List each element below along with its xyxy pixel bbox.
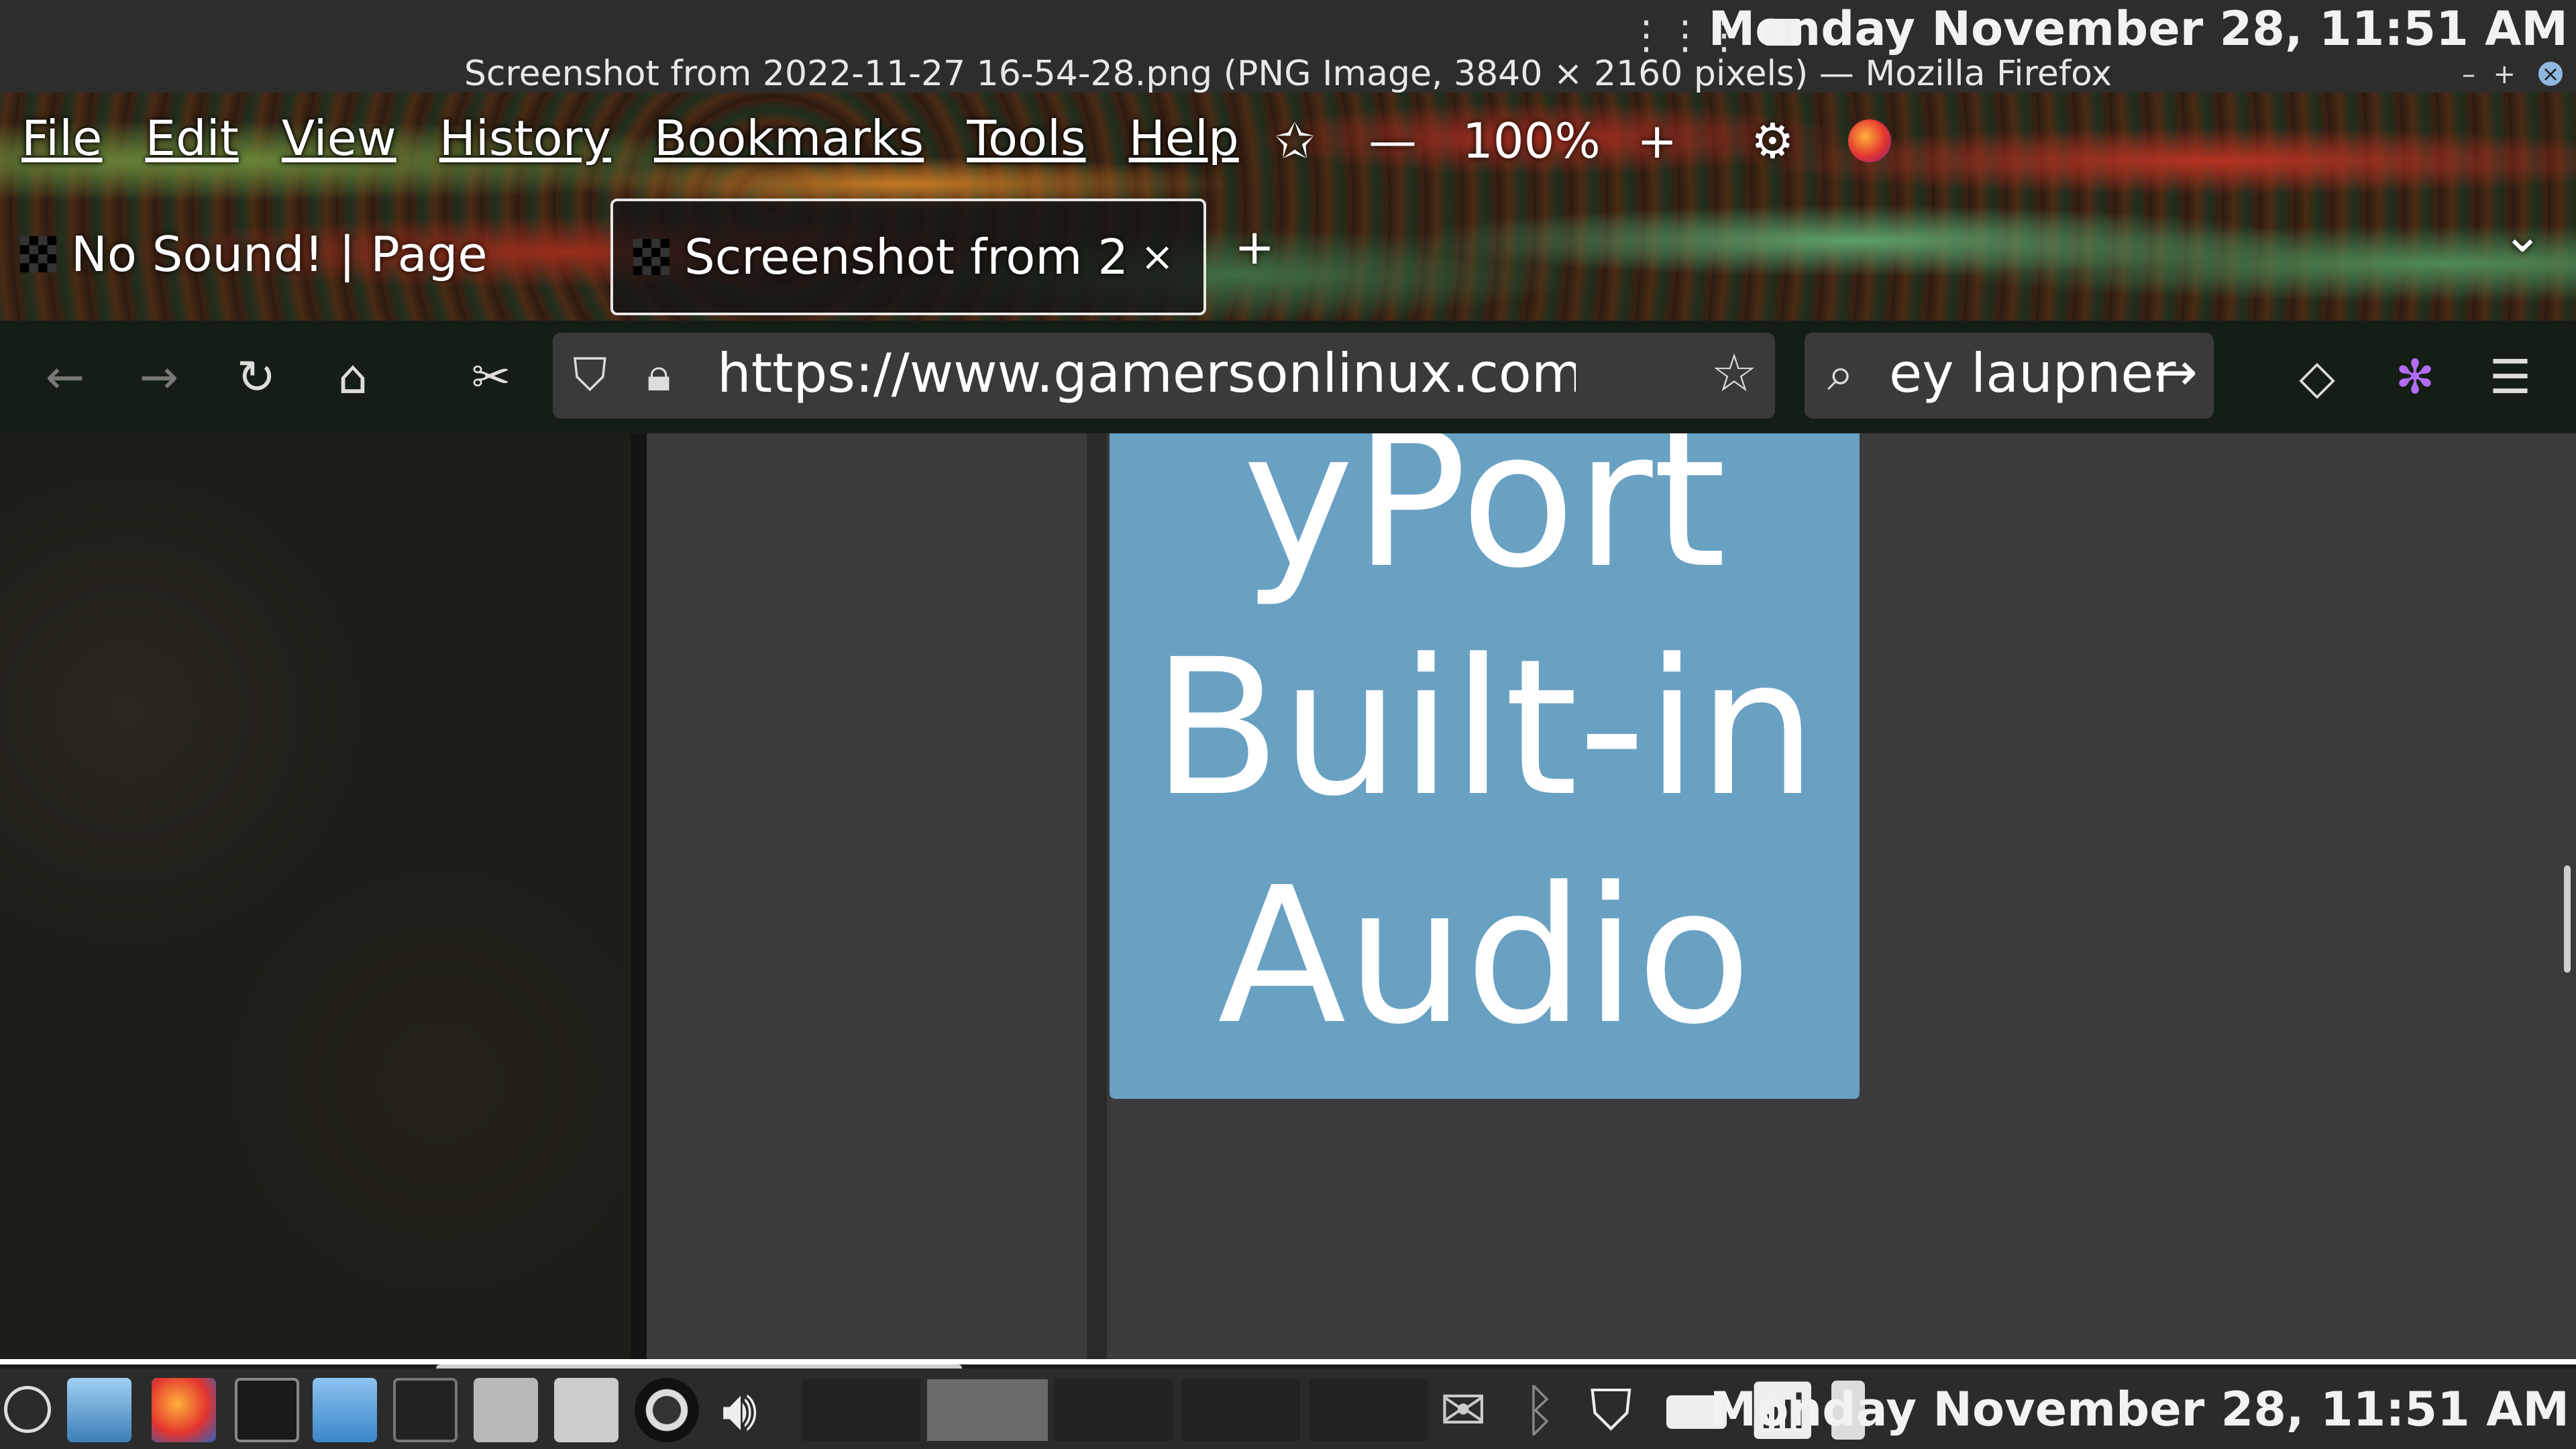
home-button[interactable]: ⌂	[325, 349, 381, 405]
new-tab-button[interactable]: +	[1234, 219, 1275, 275]
menu-tools[interactable]: Tools	[945, 110, 1107, 166]
settings-gear-icon[interactable]: ⚙	[1751, 113, 1794, 169]
zoom-out-button[interactable]: —	[1368, 113, 1417, 169]
minimize-button[interactable]: –	[2462, 59, 2475, 90]
file-manager-icon[interactable]	[313, 1378, 377, 1442]
lock-icon[interactable]: 🔒︎	[647, 349, 671, 402]
security-shield-icon[interactable]: ⛉	[1590, 1378, 1654, 1442]
workspace-slot-active[interactable]	[927, 1379, 1048, 1441]
page-background	[0, 433, 631, 1359]
menu-file[interactable]: File	[0, 110, 123, 166]
close-window-button[interactable]: ×	[2538, 62, 2563, 86]
search-go-button[interactable]: →	[2154, 342, 2198, 402]
window-title: Screenshot from 2022-11-27 16-54-28.png …	[464, 54, 2112, 94]
show-desktop-icon[interactable]	[67, 1378, 131, 1442]
url-text[interactable]: https://www.gamersonlinux.com/forum/	[717, 342, 1576, 405]
menu-view[interactable]: View	[260, 110, 418, 166]
search-bar[interactable]: ⌕ ey laupner →	[1805, 333, 2214, 419]
menu-history[interactable]: History	[418, 110, 633, 166]
image-text-line: yPort	[1242, 433, 1727, 610]
vertical-scrollbar[interactable]	[2564, 865, 2571, 973]
system-monitor-icon[interactable]	[393, 1378, 458, 1442]
zoom-in-button[interactable]: +	[1637, 113, 1677, 169]
mail-icon[interactable]: ✉	[1440, 1378, 1504, 1442]
camera-app-icon[interactable]	[635, 1378, 699, 1442]
tracking-shield-icon[interactable]: ⛉	[573, 349, 607, 402]
tab-inactive[interactable]: No Sound! | Page 3	[0, 199, 604, 310]
extension-icon[interactable]: ✻	[2387, 349, 2443, 405]
reload-button[interactable]: ↻	[228, 349, 284, 405]
screenshot-tool-icon[interactable]: ✂	[463, 349, 519, 405]
tab-title: Screenshot from 20	[684, 229, 1127, 285]
tab-close-icon[interactable]: ×	[1140, 233, 1174, 280]
tab-title: No Sound! | Page 3	[71, 226, 500, 282]
workspace-slot[interactable]	[1055, 1379, 1173, 1441]
search-input[interactable]: ey laupner	[1889, 342, 2176, 405]
browser-header: File Edit View History Bookmarks Tools H…	[0, 93, 2576, 321]
menu-edit[interactable]: Edit	[123, 110, 260, 166]
firefox-taskbar-icon[interactable]	[152, 1378, 216, 1442]
firefox-logo-icon[interactable]	[1848, 119, 1891, 162]
menu-bookmarks[interactable]: Bookmarks	[633, 110, 945, 166]
customize-star-icon[interactable]: ✩	[1275, 113, 1315, 169]
zoom-level[interactable]: 100%	[1462, 113, 1601, 169]
bookmark-star-icon[interactable]: ☆	[1711, 343, 1758, 404]
app-menu-button[interactable]: ☰	[2482, 349, 2538, 405]
pocket-icon[interactable]: ◇	[2289, 349, 2345, 405]
list-tabs-button[interactable]: ⌄	[2502, 207, 2542, 263]
workspace-slot[interactable]	[802, 1379, 920, 1441]
menu-help[interactable]: Help	[1108, 110, 1260, 166]
maximize-button[interactable]: +	[2493, 59, 2516, 90]
url-bar[interactable]: ⛉ 🔒︎ https://www.gamersonlinux.com/forum…	[553, 333, 1775, 419]
search-icon: ⌕	[1827, 346, 1854, 401]
bluetooth-icon[interactable]: ᛒ	[1523, 1378, 1587, 1442]
tab-favicon-icon	[20, 236, 56, 272]
workspace-slot[interactable]	[1182, 1379, 1300, 1441]
tab-favicon-icon	[633, 239, 669, 275]
tab-active[interactable]: Screenshot from 20 ×	[610, 199, 1206, 315]
forward-button[interactable]: →	[131, 349, 187, 405]
image-text-line: Built-in	[1152, 619, 1817, 838]
start-menu-icon[interactable]	[4, 1386, 51, 1433]
workspace-slot[interactable]	[1309, 1379, 1428, 1441]
taskbar: 🔊︎ ✉ ᛒ ⛉ 📶︎ Monday November 28, 11:51 AM	[0, 1368, 2576, 1449]
divider	[0, 1359, 2576, 1364]
settings-tool-icon[interactable]	[474, 1378, 538, 1442]
taskbar-clock[interactable]: Monday November 28, 11:51 AM	[1710, 1382, 2569, 1437]
back-button[interactable]: ←	[37, 349, 93, 405]
top-clock[interactable]: Monday November 28, 11:51 AM	[1709, 0, 2568, 58]
menu-bar: File Edit View History Bookmarks Tools H…	[0, 110, 1260, 166]
top-system-bar: ⋮⋮⋮ Monday November 28, 11:51 AM Screens…	[0, 0, 2576, 94]
divider	[1087, 433, 1107, 1359]
volume-icon[interactable]: 🔊︎	[722, 1378, 786, 1442]
terminal-icon[interactable]	[235, 1378, 299, 1442]
image-text-line: Audio	[1218, 847, 1752, 1066]
screenshot-app-icon[interactable]	[554, 1378, 619, 1442]
displayed-image[interactable]: yPort Built-in Audio	[1110, 433, 1860, 1099]
divider	[631, 433, 647, 1359]
